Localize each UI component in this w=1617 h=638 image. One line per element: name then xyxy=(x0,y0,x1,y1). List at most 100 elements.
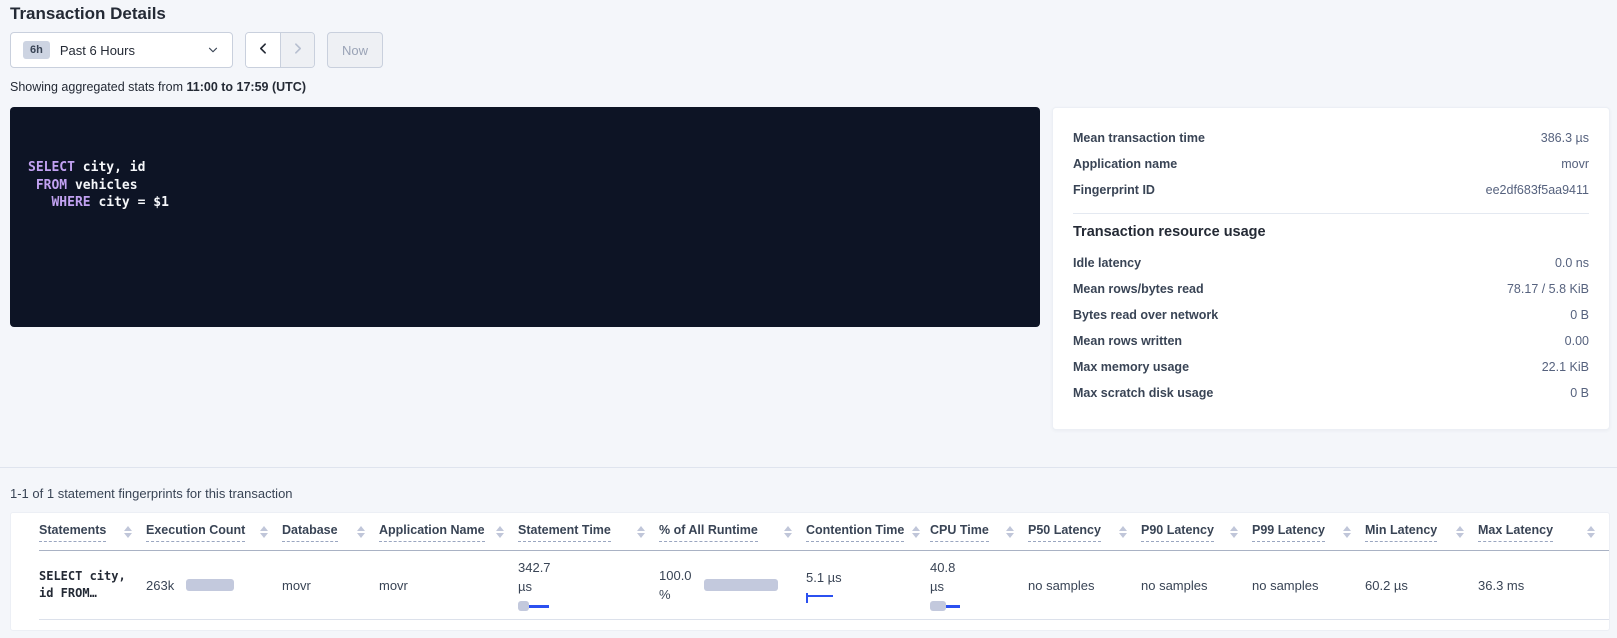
column-header-execution-count[interactable]: Execution Count xyxy=(146,523,282,550)
column-header-label: Database xyxy=(282,523,338,542)
sort-icon[interactable] xyxy=(784,526,792,538)
sort-icon[interactable] xyxy=(1343,526,1351,538)
summary-row-label: Max memory usage xyxy=(1073,359,1189,376)
sort-icon[interactable] xyxy=(357,526,365,538)
sort-icon[interactable] xyxy=(1456,526,1464,538)
sort-icon[interactable] xyxy=(1119,526,1127,538)
sort-icon[interactable] xyxy=(912,526,920,538)
summary-row-label: Max scratch disk usage xyxy=(1073,385,1213,402)
summary-row-label: Idle latency xyxy=(1073,255,1141,272)
column-header-label: Contention Time xyxy=(806,523,904,542)
column-header-p90-latency[interactable]: P90 Latency xyxy=(1141,523,1252,550)
column-header-p50-latency[interactable]: P50 Latency xyxy=(1028,523,1141,550)
summary-divider xyxy=(1073,213,1589,214)
prev-time-button[interactable] xyxy=(246,33,280,67)
sql-line: SELECT city, id xyxy=(28,159,1022,177)
contention-time-value: 5.1 µs xyxy=(806,568,910,587)
column-header-label: Application Name xyxy=(379,523,485,542)
column-header-application-name[interactable]: Application Name xyxy=(379,523,518,550)
aggregation-range-value: 11:00 to 17:59 (UTC) xyxy=(187,80,306,94)
pct-runtime-bar xyxy=(704,579,778,591)
column-header-label: P50 Latency xyxy=(1028,523,1101,542)
cell-contention-time: 5.1 µs xyxy=(806,568,930,603)
cell-statement-time: 342.7 µs xyxy=(518,558,659,612)
sql-code: SELECT city, id FROM vehicles WHERE city… xyxy=(28,159,1022,212)
column-header-label: % of All Runtime xyxy=(659,523,758,542)
sql-line: WHERE city = $1 xyxy=(28,194,1022,212)
chevron-left-icon xyxy=(257,42,270,58)
cell-statement[interactable]: SELECT city, id FROM… xyxy=(39,568,146,602)
summary-row: Application namemovr xyxy=(1073,151,1589,177)
sort-icon[interactable] xyxy=(124,526,132,538)
column-header-statement-time[interactable]: Statement Time xyxy=(518,523,659,550)
cell-p99-latency: no samples xyxy=(1252,578,1365,593)
sort-icon[interactable] xyxy=(260,526,268,538)
summary-row-label: Bytes read over network xyxy=(1073,307,1218,324)
cell-cpu-time: 40.8 µs xyxy=(930,558,1028,612)
summary-row-value: 22.1 KiB xyxy=(1542,359,1589,376)
column-header-label: Statements xyxy=(39,523,106,542)
cell-execution-count: 263k xyxy=(146,578,282,593)
toolbar: 6h Past 6 Hours Now xyxy=(10,32,383,68)
contention-bar-line xyxy=(806,595,833,598)
column-header-label: P90 Latency xyxy=(1141,523,1214,542)
sort-icon[interactable] xyxy=(637,526,645,538)
statements-table-caption: 1-1 of 1 statement fingerprints for this… xyxy=(10,486,293,501)
column-header-database[interactable]: Database xyxy=(282,523,379,550)
time-range-label: Past 6 Hours xyxy=(60,43,135,58)
time-pager xyxy=(245,32,315,68)
statements-table: Statements Execution CountDatabase Applica… xyxy=(10,512,1610,631)
column-header-contention-time[interactable]: Contention Time xyxy=(806,523,930,550)
resource-usage-heading: Transaction resource usage xyxy=(1073,224,1589,240)
summary-row-value: 0.00 xyxy=(1565,333,1589,350)
now-button[interactable]: Now xyxy=(327,32,383,68)
column-header--of-all-runtime[interactable]: % of All Runtime xyxy=(659,523,806,550)
transaction-details-page: Transaction Details 6h Past 6 Hours Now … xyxy=(0,0,1617,638)
cpu-time-unit: µs xyxy=(930,577,1008,596)
cell-max-latency: 36.3 ms xyxy=(1478,578,1609,593)
sort-icon[interactable] xyxy=(1587,526,1595,538)
summary-row-label: Mean rows written xyxy=(1073,333,1182,350)
column-header-min-latency[interactable]: Min Latency xyxy=(1365,523,1478,550)
summary-row-value: 0 B xyxy=(1570,307,1589,324)
summary-row-label: Application name xyxy=(1073,156,1177,173)
cpu-time-bar xyxy=(930,600,1008,612)
pct-runtime-value: 100.0 xyxy=(659,566,692,585)
sql-text: city = $1 xyxy=(91,195,169,210)
aggregation-range-prefix: Showing aggregated stats from xyxy=(10,80,187,94)
sql-keyword: WHERE xyxy=(51,195,90,210)
next-time-button[interactable] xyxy=(280,33,314,67)
summary-row-label: Mean rows/bytes read xyxy=(1073,281,1204,298)
sql-text: city, id xyxy=(75,160,145,175)
column-header-label: Min Latency xyxy=(1365,523,1437,542)
page-title: Transaction Details xyxy=(10,4,166,24)
column-header-cpu-time[interactable]: CPU Time xyxy=(930,523,1028,550)
summary-row-value: 0 B xyxy=(1570,385,1589,402)
sql-keyword: FROM xyxy=(36,178,67,193)
execution-count-bar xyxy=(186,579,234,591)
statement-time-value: 342.7 xyxy=(518,558,639,577)
cell-min-latency: 60.2 µs xyxy=(1365,578,1478,593)
column-header-label: Max Latency xyxy=(1478,523,1553,542)
sort-icon[interactable] xyxy=(1230,526,1238,538)
time-range-select[interactable]: 6h Past 6 Hours xyxy=(10,32,233,68)
cell-application-name: movr xyxy=(379,578,518,593)
summary-row: Mean rows/bytes read 78.17 / 5.8 KiB xyxy=(1073,276,1589,302)
column-header-p99-latency[interactable]: P99 Latency xyxy=(1252,523,1365,550)
sort-icon[interactable] xyxy=(1006,526,1014,538)
cpu-time-mean-block xyxy=(930,601,946,611)
aggregation-range-text: Showing aggregated stats from 11:00 to 1… xyxy=(10,80,306,94)
column-header-max-latency[interactable]: Max Latency xyxy=(1478,523,1609,550)
statement-time-mean-block xyxy=(518,601,529,611)
summary-row-value: 78.17 / 5.8 KiB xyxy=(1507,281,1589,298)
cell-pct-runtime: 100.0 % xyxy=(659,566,806,604)
column-header-statements[interactable]: Statements xyxy=(39,523,146,550)
sql-keyword: SELECT xyxy=(28,160,75,175)
time-range-badge: 6h xyxy=(23,41,50,59)
summary-row: Bytes read over network 0 B xyxy=(1073,302,1589,328)
cell-p50-latency: no samples xyxy=(1028,578,1141,593)
sort-icon[interactable] xyxy=(496,526,504,538)
section-divider xyxy=(0,467,1617,468)
pct-runtime-unit: % xyxy=(659,585,692,604)
column-header-label: P99 Latency xyxy=(1252,523,1325,542)
